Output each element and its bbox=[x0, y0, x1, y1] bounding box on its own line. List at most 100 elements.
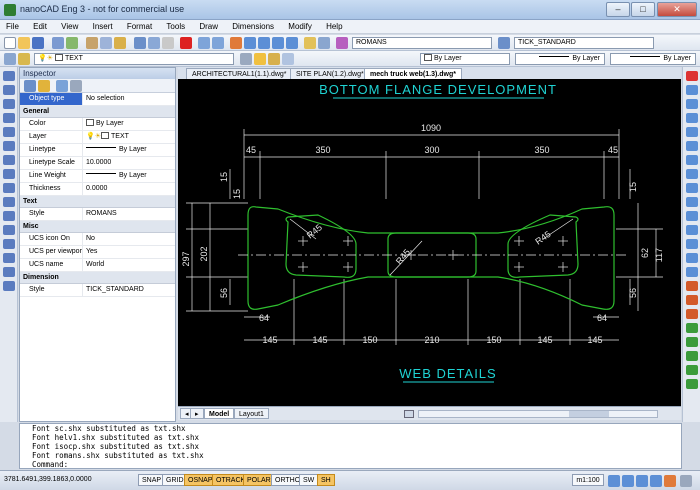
prop-dim-style[interactable]: Style TICK_STANDARD bbox=[20, 284, 175, 297]
mirror-icon[interactable] bbox=[686, 99, 698, 109]
menu-edit[interactable]: Edit bbox=[27, 20, 53, 34]
dim-update-icon[interactable] bbox=[686, 379, 698, 389]
sh-toggle[interactable]: SH bbox=[317, 474, 335, 486]
dim-style-icon[interactable] bbox=[498, 37, 510, 49]
command-prompt[interactable]: Command: bbox=[32, 460, 681, 468]
quick-select-icon[interactable] bbox=[24, 80, 36, 92]
layers-icon[interactable] bbox=[4, 53, 16, 65]
spline-icon[interactable] bbox=[3, 155, 15, 165]
menu-help[interactable]: Help bbox=[320, 20, 348, 34]
stretch-icon[interactable] bbox=[686, 183, 698, 193]
section-text[interactable]: Text bbox=[20, 196, 175, 208]
horizontal-scrollbar[interactable] bbox=[418, 410, 658, 418]
regen-icon[interactable] bbox=[664, 475, 676, 487]
layout-scroll-icon[interactable] bbox=[404, 410, 414, 418]
dim-aligned-icon[interactable] bbox=[686, 295, 698, 305]
section-misc[interactable]: Misc bbox=[20, 221, 175, 233]
break-icon[interactable] bbox=[686, 225, 698, 235]
dimension-icon[interactable] bbox=[686, 281, 698, 291]
revcloud-icon[interactable] bbox=[3, 267, 15, 277]
undo-icon[interactable] bbox=[198, 37, 210, 49]
layer-previous-icon[interactable] bbox=[282, 53, 294, 65]
settings-icon[interactable] bbox=[680, 475, 692, 487]
drawing-canvas[interactable]: BOTTOM FLANGE DEVELOPMENT WEB DETAILS 10… bbox=[178, 79, 681, 406]
scroll-thumb[interactable] bbox=[569, 411, 609, 417]
leader-icon[interactable] bbox=[686, 323, 698, 333]
explode-icon[interactable] bbox=[686, 267, 698, 277]
dim-style-select[interactable]: TICK_STANDARD bbox=[514, 37, 654, 49]
properties-icon[interactable] bbox=[304, 37, 316, 49]
trim-icon[interactable] bbox=[686, 197, 698, 207]
save-icon[interactable] bbox=[32, 37, 44, 49]
menu-tools[interactable]: Tools bbox=[160, 20, 191, 34]
redo-icon[interactable] bbox=[212, 37, 224, 49]
zoom-window-status-icon[interactable] bbox=[636, 475, 648, 487]
minimize-button[interactable]: – bbox=[606, 2, 630, 17]
extend-icon[interactable] bbox=[686, 211, 698, 221]
zoom-out-icon[interactable] bbox=[622, 475, 634, 487]
xref-icon[interactable] bbox=[162, 37, 174, 49]
dim-radius-icon[interactable] bbox=[686, 309, 698, 319]
polar-toggle[interactable]: POLAR bbox=[243, 474, 275, 486]
linetype-select[interactable]: By Layer bbox=[515, 53, 605, 65]
zoom-previous-icon[interactable] bbox=[286, 37, 298, 49]
text-icon[interactable] bbox=[3, 197, 15, 207]
cut-icon[interactable] bbox=[86, 37, 98, 49]
tolerance-icon[interactable] bbox=[686, 337, 698, 347]
tab-nav-last[interactable]: ▸ bbox=[190, 408, 204, 419]
paste-icon[interactable] bbox=[114, 37, 126, 49]
menu-view[interactable]: View bbox=[55, 20, 84, 34]
tab-model[interactable]: Model bbox=[204, 408, 235, 419]
tab-layout1[interactable]: Layout1 bbox=[234, 408, 269, 419]
move-icon[interactable] bbox=[686, 141, 698, 151]
sw-toggle[interactable]: SW bbox=[299, 474, 319, 486]
close-button[interactable]: ✕ bbox=[657, 2, 697, 17]
select-objects-icon[interactable] bbox=[38, 80, 50, 92]
object-type-row[interactable]: Object type No selection bbox=[20, 93, 175, 106]
snap-toggle[interactable]: SNAP bbox=[138, 474, 166, 486]
prop-text-style[interactable]: Style ROMANS bbox=[20, 208, 175, 221]
arc-icon[interactable] bbox=[3, 127, 15, 137]
pan-status-icon[interactable] bbox=[650, 475, 662, 487]
lineweight-select[interactable]: By Layer bbox=[610, 53, 696, 65]
tab-site-plan[interactable]: SITE PLAN(1.2).dwg* bbox=[290, 68, 370, 79]
text-style-select[interactable]: ROMANS bbox=[352, 37, 492, 49]
sort-icon[interactable] bbox=[56, 80, 68, 92]
menu-format[interactable]: Format bbox=[121, 20, 158, 34]
zoom-window-icon[interactable] bbox=[258, 37, 270, 49]
zoom-extents-icon[interactable] bbox=[272, 37, 284, 49]
preview-icon[interactable] bbox=[66, 37, 78, 49]
circle-icon[interactable] bbox=[3, 113, 15, 123]
layer-state-icon[interactable] bbox=[18, 53, 30, 65]
menu-draw[interactable]: Draw bbox=[193, 20, 224, 34]
layer-select[interactable]: 💡☀ TEXT bbox=[34, 53, 234, 65]
wipeout-icon[interactable] bbox=[3, 281, 15, 291]
zoom-in-icon[interactable] bbox=[608, 475, 620, 487]
chamfer-icon[interactable] bbox=[686, 239, 698, 249]
maximize-button[interactable]: □ bbox=[631, 2, 655, 17]
prop-ucs-icon-on[interactable]: UCS icon On No bbox=[20, 233, 175, 246]
layer-lock-icon[interactable] bbox=[268, 53, 280, 65]
scale-select[interactable]: m1:100 bbox=[572, 474, 604, 486]
rotate-icon[interactable] bbox=[686, 155, 698, 165]
menu-modify[interactable]: Modify bbox=[282, 20, 318, 34]
menu-file[interactable]: File bbox=[0, 20, 25, 34]
command-window[interactable]: Font sc.shx substituted as txt.shx Font … bbox=[19, 423, 682, 469]
tab-architectural[interactable]: ARCHITECTURAL1(1.1).dwg* bbox=[186, 68, 293, 79]
offset-icon[interactable] bbox=[686, 113, 698, 123]
polyline-icon[interactable] bbox=[3, 85, 15, 95]
fillet-icon[interactable] bbox=[686, 253, 698, 263]
print-icon[interactable] bbox=[52, 37, 64, 49]
zoom-icon[interactable] bbox=[244, 37, 256, 49]
filter-icon[interactable] bbox=[70, 80, 82, 92]
ellipse-icon[interactable] bbox=[3, 141, 15, 151]
pan-icon[interactable] bbox=[230, 37, 242, 49]
prop-ucs-name[interactable]: UCS name World bbox=[20, 259, 175, 272]
delete-icon[interactable] bbox=[180, 37, 192, 49]
rectangle-icon[interactable] bbox=[3, 99, 15, 109]
hatch-icon[interactable] bbox=[3, 169, 15, 179]
prop-ucs-per-viewport[interactable]: UCS per viewport Yes bbox=[20, 246, 175, 259]
copy-object-icon[interactable] bbox=[686, 85, 698, 95]
copy-icon[interactable] bbox=[100, 37, 112, 49]
make-current-icon[interactable] bbox=[240, 53, 252, 65]
